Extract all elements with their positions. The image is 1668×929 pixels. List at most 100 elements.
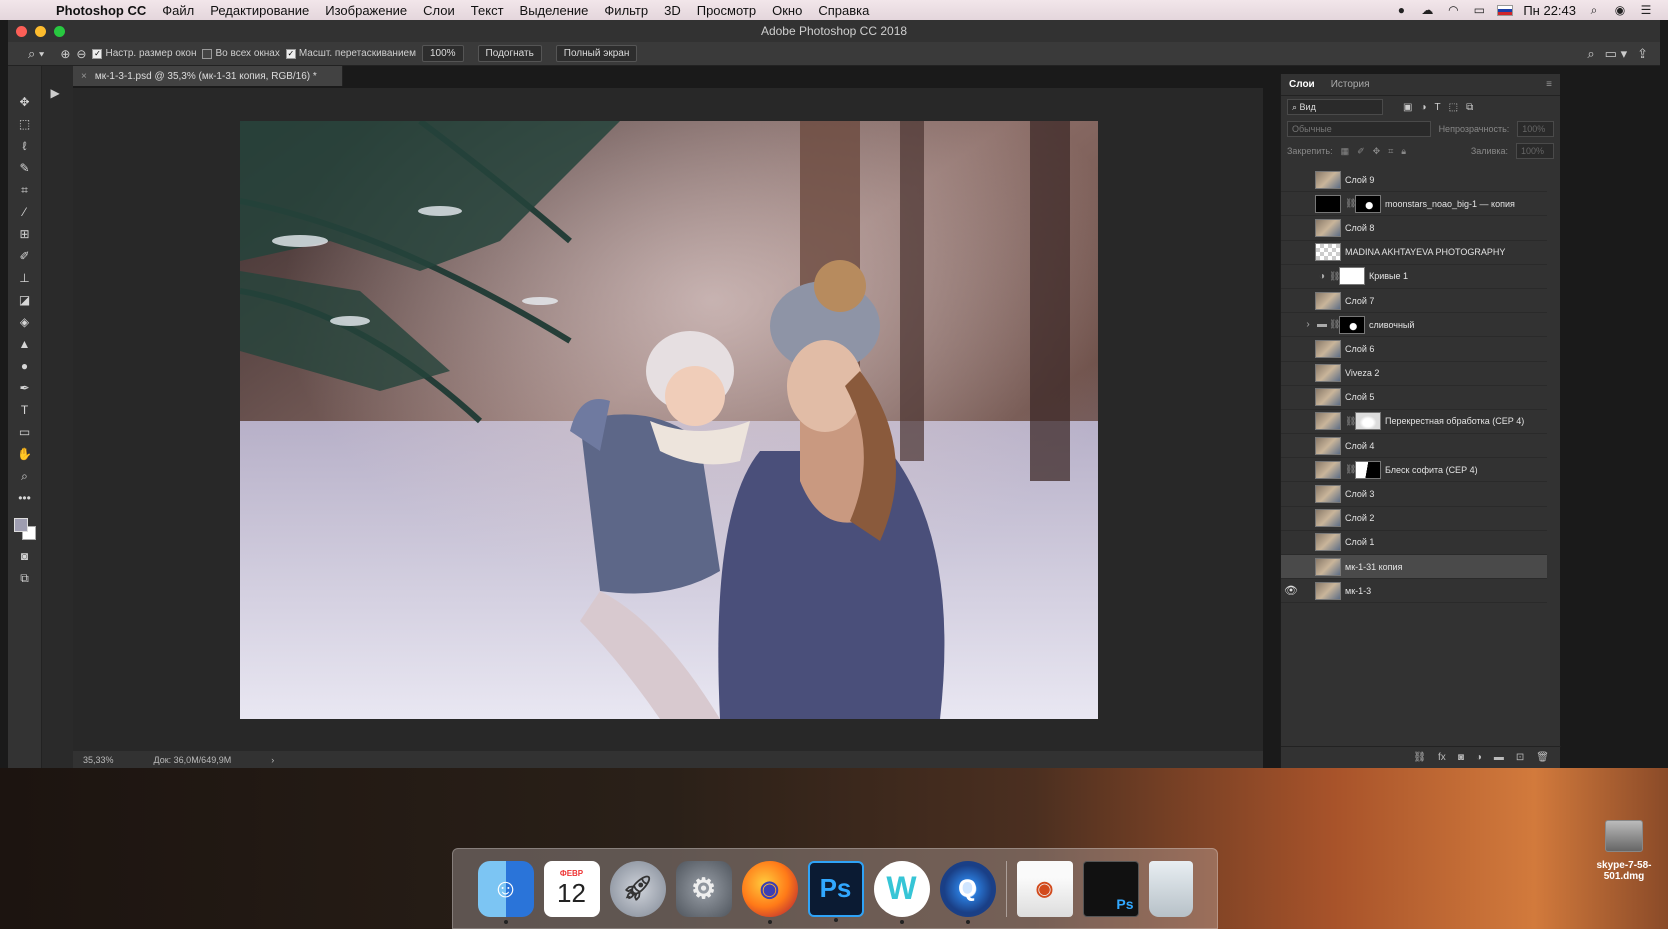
search-icon[interactable]: ⌕ <box>1587 46 1594 62</box>
minimized-photoshop-window-icon[interactable]: Ps <box>1082 860 1139 917</box>
menu-image[interactable]: Изображение <box>317 3 415 18</box>
adjustment-layer-icon[interactable]: ◑ <box>1315 271 1329 282</box>
menubar-clock[interactable]: Пн 22:43 <box>1523 3 1576 18</box>
calendar-icon[interactable]: ФЕВР 12 <box>543 860 600 917</box>
menu-select[interactable]: Выделение <box>512 3 597 18</box>
layer-name[interactable]: Кривые 1 <box>1369 271 1408 281</box>
crop-tool-icon[interactable]: ⌗ <box>16 182 34 198</box>
fill-screen-button[interactable]: Полный экран <box>555 45 638 62</box>
lock-transparency-icon[interactable]: ▦ <box>1341 146 1350 157</box>
adjustment-layer-icon[interactable]: ◑ <box>1476 752 1482 763</box>
expand-group-icon[interactable]: › <box>1301 319 1315 330</box>
tab-history[interactable]: История <box>1331 79 1370 90</box>
layer-name[interactable]: Viveza 2 <box>1345 368 1379 378</box>
mask-link-icon[interactable]: ⛓ <box>1345 464 1356 475</box>
lasso-tool-icon[interactable]: ℓ <box>16 138 34 154</box>
layer-row[interactable]: мк-1-31 копия <box>1281 555 1547 580</box>
layer-row[interactable]: Слой 5 <box>1281 386 1547 410</box>
filter-adjustment-icon[interactable]: ◑ <box>1420 102 1426 113</box>
layer-name[interactable]: Слой 6 <box>1345 344 1374 354</box>
layer-mask-thumbnail[interactable] <box>1339 267 1365 286</box>
layer-mask-thumbnail[interactable] <box>1355 194 1381 213</box>
layer-style-icon[interactable]: fx <box>1438 752 1446 763</box>
pen-tool-icon[interactable]: ✒ <box>16 380 34 396</box>
zoom-out-icon[interactable]: ⊖ <box>76 47 86 61</box>
layer-thumbnail[interactable] <box>1315 581 1341 600</box>
layer-row[interactable]: Слой 8 <box>1281 216 1547 241</box>
layer-thumbnail[interactable] <box>1315 291 1341 310</box>
zoom-tool-preset-icon[interactable]: ⌕ ▾ <box>28 46 44 62</box>
layer-thumbnail[interactable] <box>1315 243 1341 262</box>
menu-view[interactable]: Просмотр <box>689 3 764 18</box>
canvas-area[interactable] <box>73 88 1263 751</box>
layer-row[interactable]: Слой 1 <box>1281 531 1547 555</box>
foreground-color-swatch[interactable] <box>13 518 28 532</box>
layer-thumbnail[interactable] <box>1315 557 1341 576</box>
zoom-value-field[interactable]: 100% <box>421 45 464 62</box>
layer-name[interactable]: Перекрестная обработка (СЕР 4) <box>1385 416 1524 426</box>
panel-menu-icon[interactable]: ≡ <box>1546 79 1560 90</box>
layer-row[interactable]: Слой 9 <box>1281 168 1547 193</box>
fill-field[interactable]: 100% <box>1516 143 1554 159</box>
layer-thumbnail[interactable] <box>1315 364 1341 383</box>
type-tool-icon[interactable]: T <box>16 402 34 418</box>
zoom-window-button[interactable] <box>54 26 65 37</box>
airplay-icon[interactable]: ▭ <box>1471 3 1487 17</box>
layer-name[interactable]: Слой 5 <box>1345 392 1374 402</box>
status-arrow-icon[interactable]: › <box>271 755 274 765</box>
menu-layers[interactable]: Слои <box>415 3 463 18</box>
new-layer-icon[interactable]: ⊡ <box>1516 752 1524 763</box>
zoom-tool-icon[interactable]: ⌕ <box>16 468 34 484</box>
resize-windows-checkbox[interactable]: ✓ Настр. размер окон <box>92 48 196 59</box>
layer-mask-thumbnail[interactable] <box>1355 412 1381 431</box>
workspace-icon[interactable]: ▭ ▾ <box>1605 46 1627 62</box>
add-mask-icon[interactable]: ◙ <box>1458 752 1464 763</box>
mask-link-icon[interactable]: ⛓ <box>1345 198 1356 209</box>
layer-thumbnail[interactable] <box>1315 509 1341 528</box>
layer-name[interactable]: Блеск софита (СЕР 4) <box>1385 465 1478 475</box>
menu-file[interactable]: Файл <box>154 3 202 18</box>
layer-thumbnail[interactable] <box>1315 460 1341 479</box>
keyboard-layout-flag-icon[interactable] <box>1497 4 1514 16</box>
healing-brush-tool-icon[interactable]: ⊞ <box>16 226 34 242</box>
menu-help[interactable]: Справка <box>810 3 877 18</box>
shape-tool-icon[interactable]: ▭ <box>16 424 34 440</box>
layer-row[interactable]: Слой 3 <box>1281 482 1547 507</box>
lock-all-icon[interactable]: 🔒︎ <box>1401 146 1406 157</box>
layer-name[interactable]: Слой 3 <box>1345 489 1374 499</box>
opacity-field[interactable]: 100% <box>1517 121 1554 137</box>
lock-pixels-icon[interactable]: ✐ <box>1357 146 1365 157</box>
scrubby-zoom-checkbox[interactable]: ✓ Масшт. перетаскиванием <box>285 48 416 59</box>
layer-thumbnail[interactable] <box>1315 388 1341 407</box>
layer-row[interactable]: ⛓ moonstars_noao_big-1 — копия <box>1281 192 1547 217</box>
layer-name[interactable]: мк-1-3 <box>1345 586 1371 596</box>
layer-thumbnail[interactable] <box>1315 533 1341 552</box>
filter-type-icon[interactable]: T <box>1435 102 1441 113</box>
filter-smart-object-icon[interactable]: ⧉ <box>1466 102 1473 113</box>
blend-mode-select[interactable]: Обычные <box>1287 121 1431 137</box>
eyedropper-tool-icon[interactable]: ⁄ <box>16 204 34 220</box>
layer-row[interactable]: ◑ ⛓ Кривые 1 <box>1281 265 1547 289</box>
tab-layers[interactable]: Слои <box>1289 79 1315 90</box>
record-icon[interactable]: ● <box>1393 3 1409 17</box>
marquee-tool-icon[interactable]: ⬚ <box>16 116 34 132</box>
wifi-icon[interactable]: ◠ <box>1445 3 1461 17</box>
zoom-level[interactable]: 35,33% <box>83 755 114 765</box>
w-app-icon[interactable]: W <box>873 860 930 924</box>
lock-artboard-icon[interactable]: ⌗ <box>1388 146 1393 157</box>
layer-name[interactable]: мк-1-31 копия <box>1345 562 1402 572</box>
desktop-file[interactable]: skype-7-58-501.dmg <box>1580 820 1668 882</box>
layer-name[interactable]: Слой 9 <box>1345 175 1374 185</box>
blur-tool-icon[interactable]: ▲ <box>16 336 34 352</box>
filter-pixel-icon[interactable]: ▣ <box>1403 102 1412 113</box>
layer-name[interactable]: сливочный <box>1369 320 1414 330</box>
color-swatches[interactable] <box>12 516 38 542</box>
layer-row[interactable]: › ▬ ⛓ сливочный <box>1281 313 1547 338</box>
clone-stamp-tool-icon[interactable]: ⊥ <box>16 270 34 286</box>
paint-bucket-tool-icon[interactable]: ◈ <box>16 314 34 330</box>
lock-position-icon[interactable]: ✥ <box>1373 146 1381 157</box>
trash-icon[interactable] <box>1148 860 1193 917</box>
creative-cloud-icon[interactable]: ☁ <box>1419 3 1435 17</box>
system-preferences-icon[interactable]: ⚙ <box>675 860 732 917</box>
photoshop-icon[interactable]: Ps <box>807 860 864 922</box>
